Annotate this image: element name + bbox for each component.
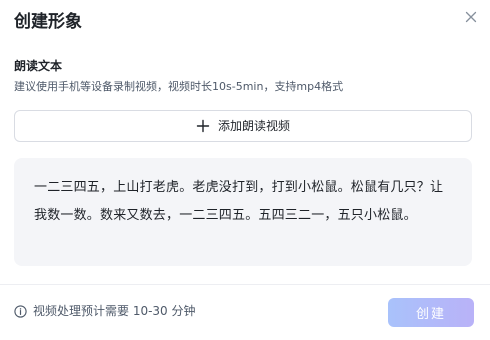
section-label: 朗读文本 xyxy=(14,59,63,73)
create-button[interactable]: 创建 xyxy=(388,298,474,327)
processing-time-note: 视频处理预计需要 10-30 分钟 xyxy=(14,303,196,319)
info-icon xyxy=(14,304,27,318)
footer-divider xyxy=(0,284,490,285)
close-icon xyxy=(465,11,477,23)
add-reading-video-label: 添加朗读视频 xyxy=(217,119,290,133)
create-avatar-dialog: 创建形象 朗读文本 建议使用手机等设备录制视频，视频时长10s-5min，支持m… xyxy=(0,0,490,340)
reading-script-box: 一二三四五，上山打老虎。老虎没打到，打到小松鼠。松鼠有几只？让我数一数。数来又数… xyxy=(14,158,472,266)
reading-script-text: 一二三四五，上山打老虎。老虎没打到，打到小松鼠。松鼠有几只？让我数一数。数来又数… xyxy=(34,180,444,223)
plus-icon xyxy=(196,119,210,133)
close-button[interactable] xyxy=(463,9,479,25)
add-reading-video-button[interactable]: 添加朗读视频 xyxy=(14,110,472,142)
section-description: 建议使用手机等设备录制视频，视频时长10s-5min，支持mp4格式 xyxy=(14,80,344,93)
dialog-title: 创建形象 xyxy=(14,12,82,32)
processing-time-text: 视频处理预计需要 10-30 分钟 xyxy=(33,304,196,318)
